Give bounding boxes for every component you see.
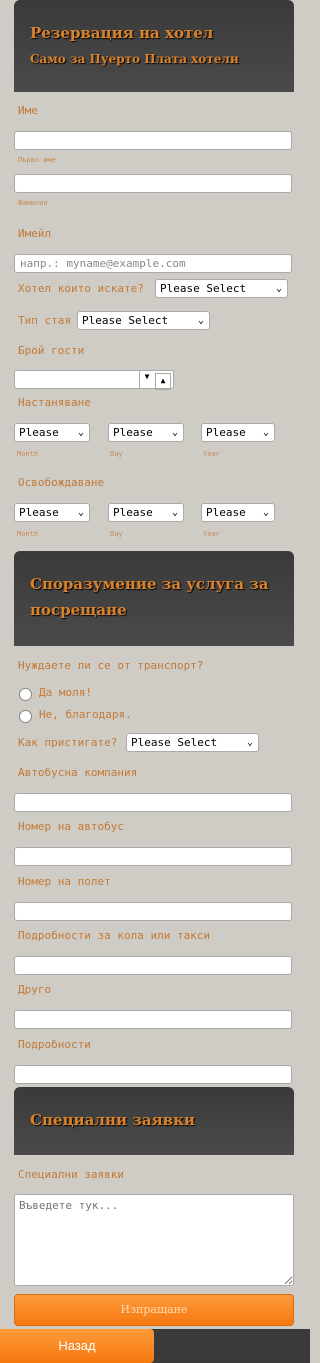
checkout-label: Освобождаване bbox=[18, 476, 105, 489]
checkin-year-value: Please bbox=[206, 426, 246, 439]
checkout-month-sublabel: Month bbox=[17, 530, 39, 538]
checkout-month-value: Please bbox=[19, 506, 59, 519]
name-label: Име bbox=[18, 104, 38, 117]
chevron-down-icon: ⌄ bbox=[262, 427, 269, 438]
checkin-day-sublabel: Day bbox=[110, 450, 123, 458]
submit-button[interactable]: Изпращане bbox=[14, 1294, 294, 1326]
chevron-down-icon: ⌄ bbox=[246, 737, 253, 748]
other-input[interactable] bbox=[14, 1010, 292, 1029]
arrival-label: Как пристигате? bbox=[18, 736, 118, 749]
chevron-down-icon: ⌄ bbox=[171, 507, 178, 518]
special-requests-textarea[interactable] bbox=[14, 1194, 294, 1286]
special-section-header: Специални заявки bbox=[14, 1087, 294, 1155]
email-input[interactable]: напр.: myname@example.com bbox=[14, 254, 292, 273]
hotel-select[interactable]: Please Select ⌄ bbox=[155, 279, 288, 298]
special-requests-label: Специални заявки bbox=[18, 1168, 124, 1181]
chevron-down-icon: ⌄ bbox=[275, 283, 282, 294]
spinner-down-icon[interactable]: ▼ bbox=[139, 371, 154, 388]
flight-label: Номер на полет bbox=[18, 875, 111, 888]
room-select-value: Please Select bbox=[82, 314, 169, 327]
guests-spinner[interactable]: ▼ ▲ bbox=[14, 370, 174, 390]
last-name-sublabel: Фамилия bbox=[18, 199, 48, 207]
car-label: Подробности за кола или такси bbox=[18, 929, 211, 942]
email-placeholder: напр.: myname@example.com bbox=[20, 257, 186, 270]
chevron-down-icon: ⌄ bbox=[197, 315, 204, 326]
transport-no-radio[interactable] bbox=[19, 710, 32, 723]
checkout-day-value: Please bbox=[113, 506, 153, 519]
back-button[interactable]: Назад bbox=[0, 1329, 154, 1363]
first-name-sublabel: Първо име bbox=[18, 156, 56, 164]
transport-yes-label: Да моля! bbox=[39, 686, 92, 699]
checkin-month-select[interactable]: Please ⌄ bbox=[14, 423, 90, 442]
checkin-month-value: Please bbox=[19, 426, 59, 439]
bus-number-label: Номер на автобус bbox=[18, 820, 124, 833]
chevron-down-icon: ⌄ bbox=[77, 427, 84, 438]
transport-yes-radio[interactable] bbox=[19, 688, 32, 701]
checkout-year-value: Please bbox=[206, 506, 246, 519]
bus-number-input[interactable] bbox=[14, 847, 292, 866]
chevron-down-icon: ⌄ bbox=[77, 507, 84, 518]
checkout-month-select[interactable]: Please ⌄ bbox=[14, 503, 90, 522]
transfer-section-header: Споразумение за услуга за посрещане bbox=[14, 551, 294, 646]
chevron-down-icon: ⌄ bbox=[262, 507, 269, 518]
checkin-day-value: Please bbox=[113, 426, 153, 439]
spinner-up-icon[interactable]: ▲ bbox=[155, 373, 171, 390]
chevron-down-icon: ⌄ bbox=[171, 427, 178, 438]
checkout-day-sublabel: Day bbox=[110, 530, 123, 538]
guests-label: Брой гости bbox=[18, 344, 85, 357]
details-input[interactable] bbox=[14, 1065, 292, 1084]
room-label: Тип стая bbox=[18, 314, 71, 327]
form-page: Резервация на хотел Само за Пуерто Плата… bbox=[0, 0, 310, 1363]
hotel-section-title: Резервация на хотел bbox=[30, 24, 214, 42]
checkin-year-sublabel: Year bbox=[203, 450, 220, 458]
hotel-section-header: Резервация на хотел Само за Пуерто Плата… bbox=[14, 0, 294, 92]
checkin-label: Настаняване bbox=[18, 396, 91, 409]
checkin-day-select[interactable]: Please ⌄ bbox=[108, 423, 184, 442]
checkout-year-sublabel: Year bbox=[203, 530, 220, 538]
checkin-year-select[interactable]: Please ⌄ bbox=[201, 423, 275, 442]
flight-input[interactable] bbox=[14, 902, 292, 921]
hotel-label: Хотел които искате? bbox=[18, 282, 144, 295]
transport-no-label: Не, благодаря. bbox=[39, 708, 132, 721]
bus-company-label: Автобусна компания bbox=[18, 766, 138, 779]
transport-question: Нуждаете ли се от транспорт? bbox=[18, 659, 204, 672]
arrival-select-value: Please Select bbox=[131, 736, 218, 749]
checkin-month-sublabel: Month bbox=[17, 450, 39, 458]
hotel-select-value: Please Select bbox=[160, 282, 247, 295]
checkout-day-select[interactable]: Please ⌄ bbox=[108, 503, 184, 522]
room-select[interactable]: Please Select ⌄ bbox=[77, 311, 210, 330]
last-name-input[interactable] bbox=[14, 174, 292, 193]
hotel-section-subtitle: Само за Пуерто Плата хотели bbox=[30, 52, 239, 66]
arrival-select[interactable]: Please Select ⌄ bbox=[126, 733, 259, 752]
details-label: Подробности bbox=[18, 1038, 91, 1051]
first-name-input[interactable] bbox=[14, 131, 292, 150]
transfer-section-title: Споразумение за услуга за посрещане bbox=[30, 575, 269, 619]
other-label: Друго bbox=[18, 983, 52, 996]
car-input[interactable] bbox=[14, 956, 292, 975]
bus-company-input[interactable] bbox=[14, 793, 292, 812]
email-label: Имейл bbox=[18, 227, 52, 240]
special-section-title: Специални заявки bbox=[30, 1111, 196, 1129]
checkout-year-select[interactable]: Please ⌄ bbox=[201, 503, 275, 522]
